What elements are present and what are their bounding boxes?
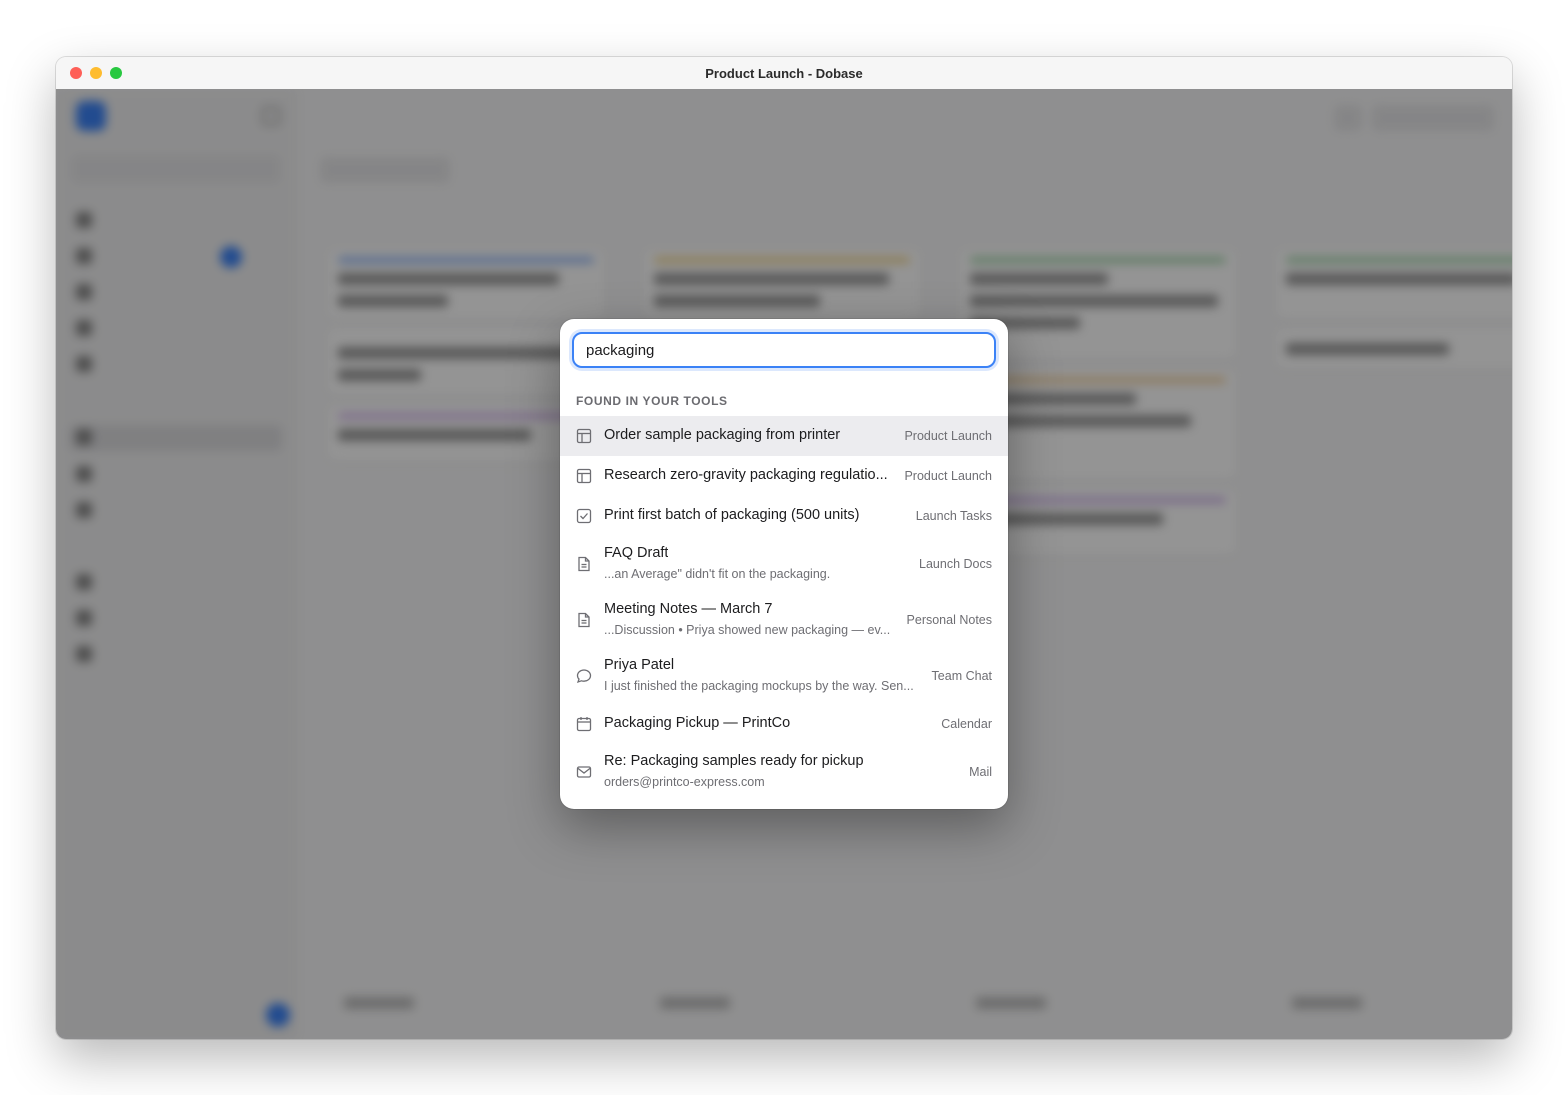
result-subtitle: ...an Average" didn't fit on the packagi… (604, 567, 831, 581)
results-section-header: FOUND IN YOUR TOOLS (576, 394, 728, 408)
result-title: Re: Packaging samples ready for pickup (604, 753, 864, 769)
result-source: Launch Docs (919, 557, 992, 571)
board-icon (576, 468, 592, 484)
search-result-row[interactable]: Product Launch Order sample packaging fro… (560, 416, 1008, 456)
search-result-row[interactable]: Product Launch Research zero-gravity pack… (560, 456, 1008, 496)
result-source: Mail (969, 765, 992, 779)
result-source: Team Chat (931, 669, 992, 683)
result-source: Product Launch (904, 429, 992, 443)
title-bar: Product Launch - Dobase (56, 57, 1512, 90)
results-list: Product Launch Order sample packaging fro… (560, 416, 1008, 800)
search-result-row[interactable]: Team Chat Priya Patel I just finished the … (560, 648, 1008, 704)
search-result-row[interactable]: Mail Re: Packaging samples ready for pick… (560, 744, 1008, 800)
result-source: Launch Tasks (915, 509, 992, 523)
search-palette: FOUND IN YOUR TOOLS Product Launch Order … (560, 319, 1008, 809)
search-result-row[interactable]: Launch Tasks Print first batch of packagi… (560, 496, 1008, 536)
result-title: Packaging Pickup — PrintCo (604, 715, 791, 731)
result-title: Research zero-gravity packaging regulati… (604, 467, 888, 483)
result-source: Personal Notes (906, 613, 992, 627)
calendar-icon (576, 716, 592, 732)
result-title: Order sample packaging from printer (604, 427, 841, 443)
result-subtitle: I just finished the packaging mockups by… (604, 679, 914, 693)
search-result-row[interactable]: Calendar Packaging Pickup — PrintCo (560, 704, 1008, 744)
search-result-row[interactable]: Launch Docs FAQ Draft ...an Average" didn'… (560, 536, 1008, 592)
result-subtitle: orders@printco-express.com (604, 775, 765, 789)
result-title: FAQ Draft (604, 545, 669, 561)
result-title: Print first batch of packaging (500 unit… (604, 507, 860, 523)
result-source: Calendar (941, 717, 992, 731)
board-icon (576, 428, 592, 444)
result-subtitle: ...Discussion • Priya showed new packagi… (604, 623, 891, 637)
chat-icon (576, 668, 592, 684)
checkbox-icon (576, 508, 592, 524)
document-icon (576, 612, 592, 628)
result-source: Product Launch (904, 469, 992, 483)
result-title: Meeting Notes — March 7 (604, 601, 773, 617)
search-result-row[interactable]: Personal Notes Meeting Notes — March 7...… (560, 592, 1008, 648)
window-title: Product Launch - Dobase (705, 66, 863, 81)
mail-icon (576, 764, 592, 780)
search-input[interactable] (574, 334, 994, 366)
search-box (572, 332, 996, 368)
result-title: Priya Patel (604, 657, 675, 673)
document-icon (576, 556, 592, 572)
